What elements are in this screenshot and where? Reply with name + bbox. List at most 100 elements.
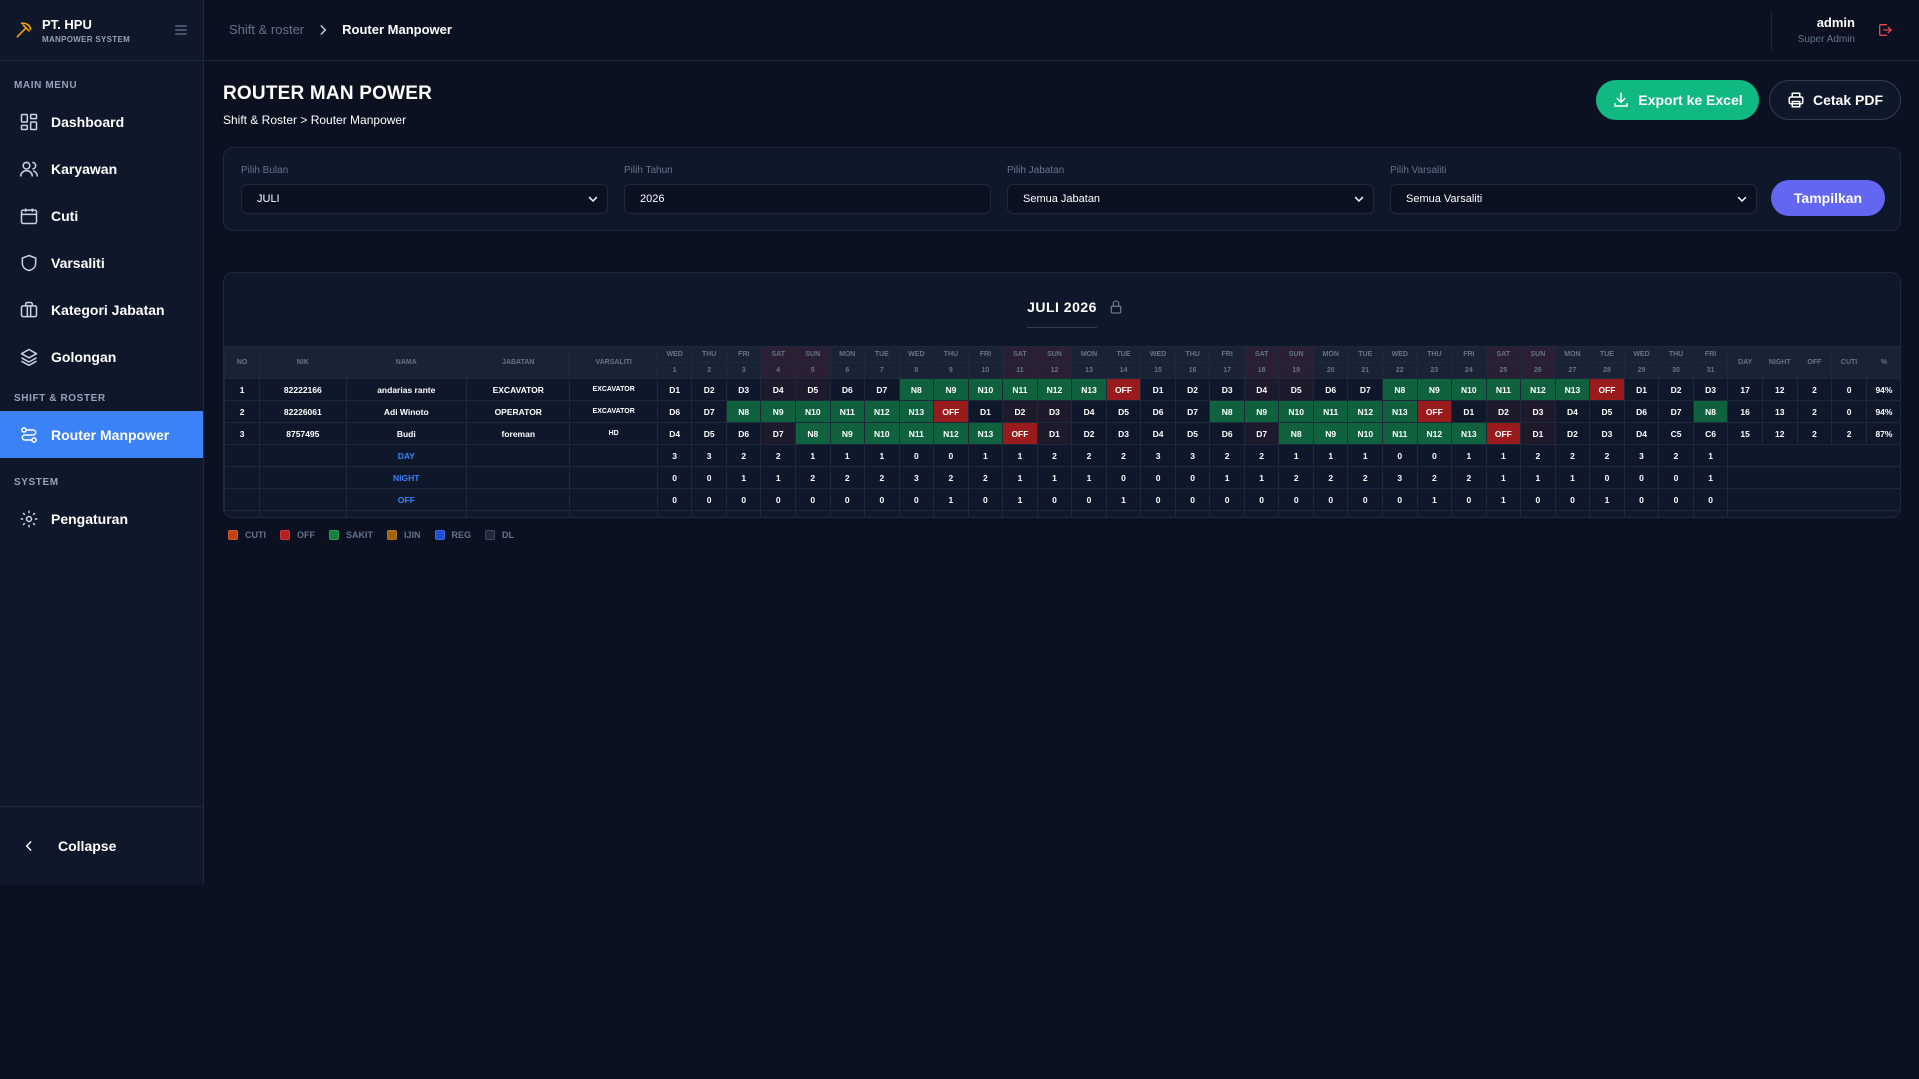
- shift-cell[interactable]: OFF: [1416, 400, 1453, 423]
- shift-cell[interactable]: D1: [967, 400, 1004, 423]
- shift-cell[interactable]: N12: [1520, 378, 1556, 401]
- shift-cell[interactable]: N10: [967, 378, 1004, 401]
- shift-cell[interactable]: D3: [1105, 422, 1142, 445]
- shift-cell[interactable]: N12: [933, 422, 969, 445]
- shift-cell[interactable]: D4: [656, 422, 693, 445]
- shift-cell[interactable]: D6: [656, 400, 693, 423]
- sidebar-item-dashboard[interactable]: Dashboard: [0, 98, 203, 145]
- shift-cell[interactable]: D2: [1174, 378, 1211, 401]
- tampilkan-button[interactable]: Tampilkan: [1771, 180, 1885, 216]
- shift-cell[interactable]: N13: [1451, 422, 1487, 445]
- shift-cell[interactable]: N13: [967, 422, 1004, 445]
- shift-cell[interactable]: D2: [1658, 378, 1694, 401]
- shift-cell[interactable]: N9: [1312, 422, 1349, 445]
- shift-cell[interactable]: N8: [794, 422, 831, 445]
- shift-cell[interactable]: N11: [1002, 378, 1038, 401]
- shift-cell[interactable]: N8: [1692, 400, 1729, 423]
- shift-cell[interactable]: N10: [864, 422, 900, 445]
- shift-cell[interactable]: D4: [1071, 400, 1107, 423]
- shift-cell[interactable]: N8: [1278, 422, 1314, 445]
- shift-cell[interactable]: D7: [864, 378, 900, 401]
- collapse-button[interactable]: Collapse: [0, 806, 203, 885]
- shift-cell[interactable]: N12: [1347, 400, 1384, 423]
- shift-cell[interactable]: OFF: [1589, 378, 1625, 401]
- sidebar-item-kategori-jabatan[interactable]: Kategori Jabatan: [0, 286, 203, 333]
- logout-icon[interactable]: [1877, 22, 1893, 38]
- shift-cell[interactable]: D5: [794, 378, 831, 401]
- shift-cell[interactable]: D4: [1140, 422, 1176, 445]
- shift-cell[interactable]: N13: [1554, 378, 1591, 401]
- shift-cell[interactable]: N10: [1451, 378, 1487, 401]
- shift-cell[interactable]: D1: [1623, 378, 1660, 401]
- sidebar-item-cuti[interactable]: Cuti: [0, 192, 203, 239]
- shift-cell[interactable]: D3: [1036, 400, 1073, 423]
- shift-cell[interactable]: N9: [1416, 378, 1453, 401]
- jabatan-select[interactable]: Semua Jabatan: [1007, 184, 1374, 214]
- shift-cell[interactable]: N13: [1382, 400, 1418, 423]
- shift-cell[interactable]: N9: [760, 400, 796, 423]
- shift-cell[interactable]: D7: [1658, 400, 1694, 423]
- shift-cell[interactable]: D5: [1278, 378, 1314, 401]
- shift-cell[interactable]: D6: [1140, 400, 1176, 423]
- shift-cell[interactable]: D3: [1209, 378, 1245, 401]
- shift-cell[interactable]: N8: [725, 400, 762, 423]
- shift-cell[interactable]: D1: [1036, 422, 1073, 445]
- shift-cell[interactable]: D3: [1692, 378, 1729, 401]
- shift-cell[interactable]: N9: [933, 378, 969, 401]
- sidebar-item-golongan[interactable]: Golongan: [0, 333, 203, 380]
- shift-cell[interactable]: D4: [1623, 422, 1660, 445]
- sidebar-item-pengaturan[interactable]: Pengaturan: [0, 495, 203, 542]
- shift-cell[interactable]: N8: [898, 378, 935, 401]
- shift-cell[interactable]: D4: [1554, 400, 1591, 423]
- shift-cell[interactable]: OFF: [1485, 422, 1522, 445]
- shift-cell[interactable]: N11: [1485, 378, 1522, 401]
- shift-cell[interactable]: D7: [1243, 422, 1280, 445]
- shift-cell[interactable]: N8: [1382, 378, 1418, 401]
- shift-cell[interactable]: D2: [1071, 422, 1107, 445]
- shift-cell[interactable]: N10: [1278, 400, 1314, 423]
- lock-icon[interactable]: [1108, 299, 1124, 315]
- shift-cell[interactable]: D7: [760, 422, 796, 445]
- shift-cell[interactable]: D6: [1209, 422, 1245, 445]
- shift-cell[interactable]: C6: [1692, 422, 1729, 445]
- shift-cell[interactable]: N11: [898, 422, 935, 445]
- shift-cell[interactable]: D4: [760, 378, 796, 401]
- shift-cell[interactable]: D6: [725, 422, 762, 445]
- shift-cell[interactable]: N12: [1416, 422, 1453, 445]
- shift-cell[interactable]: N13: [1071, 378, 1107, 401]
- shift-cell[interactable]: D1: [1140, 378, 1176, 401]
- print-pdf-button[interactable]: Cetak PDF: [1769, 80, 1901, 120]
- shift-cell[interactable]: D2: [1002, 400, 1038, 423]
- shift-cell[interactable]: OFF: [1002, 422, 1038, 445]
- shift-cell[interactable]: D3: [725, 378, 762, 401]
- shift-cell[interactable]: D1: [1451, 400, 1487, 423]
- shift-cell[interactable]: N8: [1209, 400, 1245, 423]
- shift-cell[interactable]: D7: [1174, 400, 1211, 423]
- shift-cell[interactable]: C5: [1658, 422, 1694, 445]
- shift-cell[interactable]: OFF: [933, 400, 969, 423]
- varsaliti-select[interactable]: Semua Varsaliti: [1390, 184, 1757, 214]
- shift-cell[interactable]: N11: [829, 400, 866, 423]
- shift-cell[interactable]: N9: [1243, 400, 1280, 423]
- export-excel-button[interactable]: Export ke Excel: [1596, 80, 1759, 120]
- shift-cell[interactable]: D6: [1312, 378, 1349, 401]
- breadcrumb-item[interactable]: Shift & roster: [229, 22, 304, 37]
- shift-cell[interactable]: N10: [794, 400, 831, 423]
- shift-cell[interactable]: N12: [1036, 378, 1073, 401]
- sidebar-item-router-manpower[interactable]: Router Manpower: [0, 411, 203, 458]
- shift-cell[interactable]: D2: [1554, 422, 1591, 445]
- shift-cell[interactable]: D7: [1347, 378, 1384, 401]
- shift-cell[interactable]: N13: [898, 400, 935, 423]
- sidebar-item-varsaliti[interactable]: Varsaliti: [0, 239, 203, 286]
- shift-cell[interactable]: N9: [829, 422, 866, 445]
- shift-cell[interactable]: D4: [1243, 378, 1280, 401]
- shift-cell[interactable]: D3: [1520, 400, 1556, 423]
- shift-cell[interactable]: D5: [1589, 400, 1625, 423]
- shift-cell[interactable]: N11: [1382, 422, 1418, 445]
- shift-cell[interactable]: D5: [691, 422, 727, 445]
- shift-cell[interactable]: D5: [1174, 422, 1211, 445]
- shift-cell[interactable]: D6: [829, 378, 866, 401]
- bulan-select[interactable]: JULI: [241, 184, 608, 214]
- hamburger-menu-icon[interactable]: [173, 22, 189, 38]
- shift-cell[interactable]: N11: [1312, 400, 1349, 423]
